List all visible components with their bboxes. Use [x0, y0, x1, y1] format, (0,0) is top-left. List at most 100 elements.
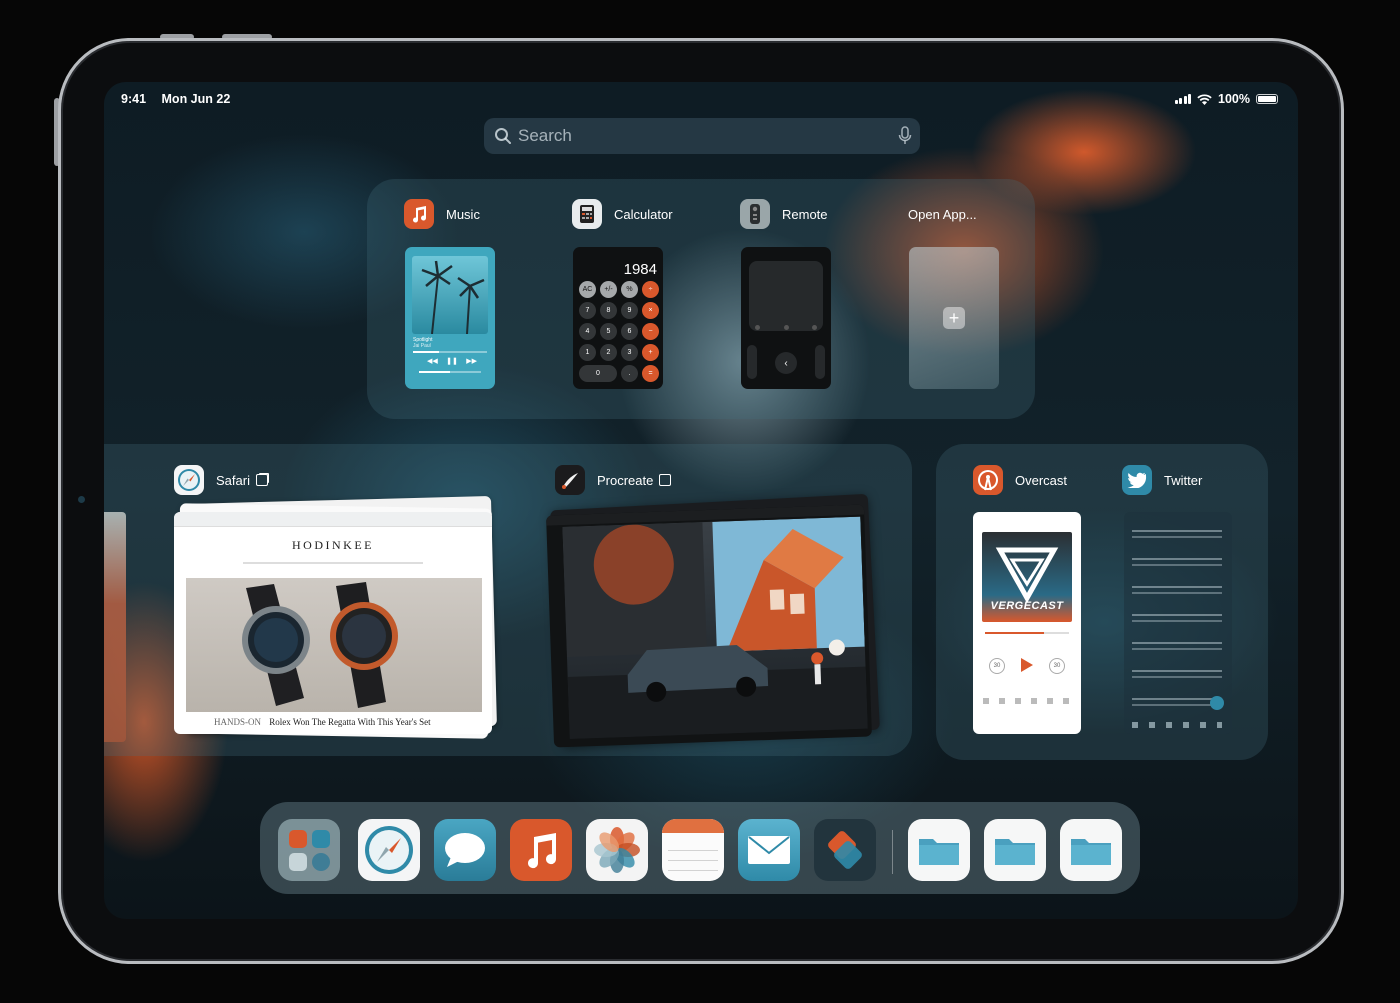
remote-touchpad[interactable] [749, 261, 823, 331]
calculator-app-thumbnail[interactable]: 1984 AC +/-% ÷ 7 8 9 × 4 5 6−1 2 3 +0. = [573, 247, 663, 389]
music-note-icon [404, 199, 434, 229]
music-app-thumbnail[interactable]: Spotlight Jai Paul ◀◀ ❚❚ ▶▶ [405, 247, 495, 389]
remote-menu-button[interactable] [747, 345, 757, 379]
microphone-icon[interactable] [898, 126, 912, 146]
dock-folder-3[interactable] [1060, 819, 1122, 881]
calculator-key[interactable]: − [642, 323, 659, 340]
calculator-key[interactable]: 5 [600, 323, 617, 340]
calculator-key[interactable]: 9 [621, 302, 638, 319]
dock-notes[interactable] [662, 819, 724, 881]
compose-tweet-button[interactable] [1210, 696, 1224, 710]
camera-dot [78, 496, 85, 503]
twitter-window[interactable] [1124, 512, 1232, 734]
podcast-name: VERGECAST [990, 600, 1064, 612]
folder-icon [919, 839, 959, 865]
pause-icon[interactable]: ❚❚ [446, 357, 458, 365]
window-stack-icon [255, 474, 268, 486]
safari-compass-icon [365, 826, 413, 874]
episode-progress[interactable] [985, 632, 1069, 634]
calculator-key-row: 0. = [579, 365, 659, 382]
calculator-key[interactable]: ÷ [642, 281, 659, 298]
plus-icon: + [943, 307, 965, 329]
safari-headline: HANDS-ON Rolex Won The Regatta With This… [214, 717, 474, 727]
procreate-canvas [562, 516, 868, 739]
calculator-key[interactable]: + [642, 344, 659, 361]
space-label-safari[interactable]: Safari [174, 465, 268, 495]
battery-percent: 100% [1218, 92, 1250, 106]
remote-app-thumbnail[interactable]: ‹ [741, 247, 831, 389]
calculator-key[interactable]: +/- [600, 281, 617, 298]
speech-bubble-icon [445, 833, 485, 867]
calculator-key[interactable]: 7 [579, 302, 596, 319]
dock-app-library[interactable] [278, 819, 340, 881]
calculator-key[interactable]: . [621, 365, 638, 382]
safari-nav-links [243, 562, 423, 564]
calculator-key[interactable]: 1 [579, 344, 596, 361]
calculator-key[interactable]: 3 [621, 344, 638, 361]
playback-controls: ◀◀ ❚❚ ▶▶ [427, 357, 477, 365]
dock [260, 802, 1140, 894]
split-label-overcast[interactable]: Overcast [973, 465, 1067, 495]
remote-volume-button[interactable] [815, 345, 825, 379]
shortcuts-icon [828, 831, 862, 869]
search-field[interactable]: Search [484, 118, 920, 154]
calculator-key-row: 1 2 3 + [579, 344, 659, 361]
calculator-key[interactable]: 6 [621, 323, 638, 340]
skip-back-button[interactable]: 30 [989, 658, 1005, 674]
dock-shortcuts[interactable] [814, 819, 876, 881]
progress-bar[interactable] [413, 351, 487, 353]
overcast-label: Overcast [1015, 472, 1068, 488]
wifi-icon [1197, 93, 1212, 105]
open-app-placeholder[interactable]: + [909, 247, 999, 389]
open-app-label: Open App... [908, 206, 977, 222]
safari-tab-bar [174, 512, 492, 527]
status-time: 9:41 [121, 92, 147, 106]
calculator-key[interactable]: = [642, 365, 659, 382]
skip-forward-button[interactable]: 30 [1049, 658, 1065, 674]
procreate-label: Procreate [597, 472, 654, 488]
dock-mail[interactable] [738, 819, 800, 881]
calculator-key[interactable]: 8 [600, 302, 617, 319]
calculator-key[interactable]: % [621, 281, 638, 298]
overcast-window[interactable]: VERGECAST 30 30 [973, 512, 1081, 734]
watches-photo [186, 578, 482, 712]
rewind-icon[interactable]: ◀◀ [427, 357, 438, 365]
music-note-icon [528, 833, 557, 869]
overcast-icon [973, 465, 1003, 495]
calculator-key[interactable]: 0 [579, 365, 617, 382]
slide-over-label-music[interactable]: Music [404, 199, 480, 229]
calculator-keypad: AC +/-% ÷ 7 8 9 × 4 5 6−1 2 3 +0. = [579, 281, 659, 386]
dock-safari[interactable] [358, 819, 420, 881]
calculator-key[interactable]: AC [579, 281, 596, 298]
dock-music[interactable] [510, 819, 572, 881]
play-icon[interactable] [1021, 658, 1033, 672]
dock-separator [892, 830, 893, 874]
remote-dots [755, 325, 817, 330]
calculator-label: Calculator [614, 206, 673, 222]
calculator-key[interactable]: × [642, 302, 659, 319]
search-icon [495, 128, 511, 144]
dock-messages[interactable] [434, 819, 496, 881]
dock-folder-2[interactable] [984, 819, 1046, 881]
calculator-key[interactable]: 2 [600, 344, 617, 361]
fast-forward-icon[interactable]: ▶▶ [466, 357, 477, 365]
calculator-key-row: 7 8 9 × [579, 302, 659, 319]
dock-folder-1[interactable] [908, 819, 970, 881]
dock-photos[interactable] [586, 819, 648, 881]
slide-over-label-calculator[interactable]: Calculator [572, 199, 673, 229]
remote-back-button[interactable]: ‹ [775, 352, 797, 374]
volume-bar[interactable] [419, 371, 481, 373]
search-placeholder: Search [518, 126, 572, 145]
calculator-key[interactable]: 4 [579, 323, 596, 340]
slide-over-label-remote[interactable]: Remote [740, 199, 828, 229]
envelope-icon [748, 836, 790, 864]
slide-over-label-open-app[interactable]: Open App... [908, 199, 977, 229]
app-library-icon [288, 829, 330, 871]
safari-window[interactable]: HODINKEE HANDS-ON Rolex Won The Regatta … [174, 512, 492, 734]
procreate-window[interactable] [546, 504, 872, 748]
headline-prefix: HANDS-ON [214, 717, 261, 727]
space-label-procreate[interactable]: Procreate [555, 465, 672, 495]
calculator-icon [572, 199, 602, 229]
street-scene-illustration [562, 516, 868, 739]
split-label-twitter[interactable]: Twitter [1122, 465, 1202, 495]
